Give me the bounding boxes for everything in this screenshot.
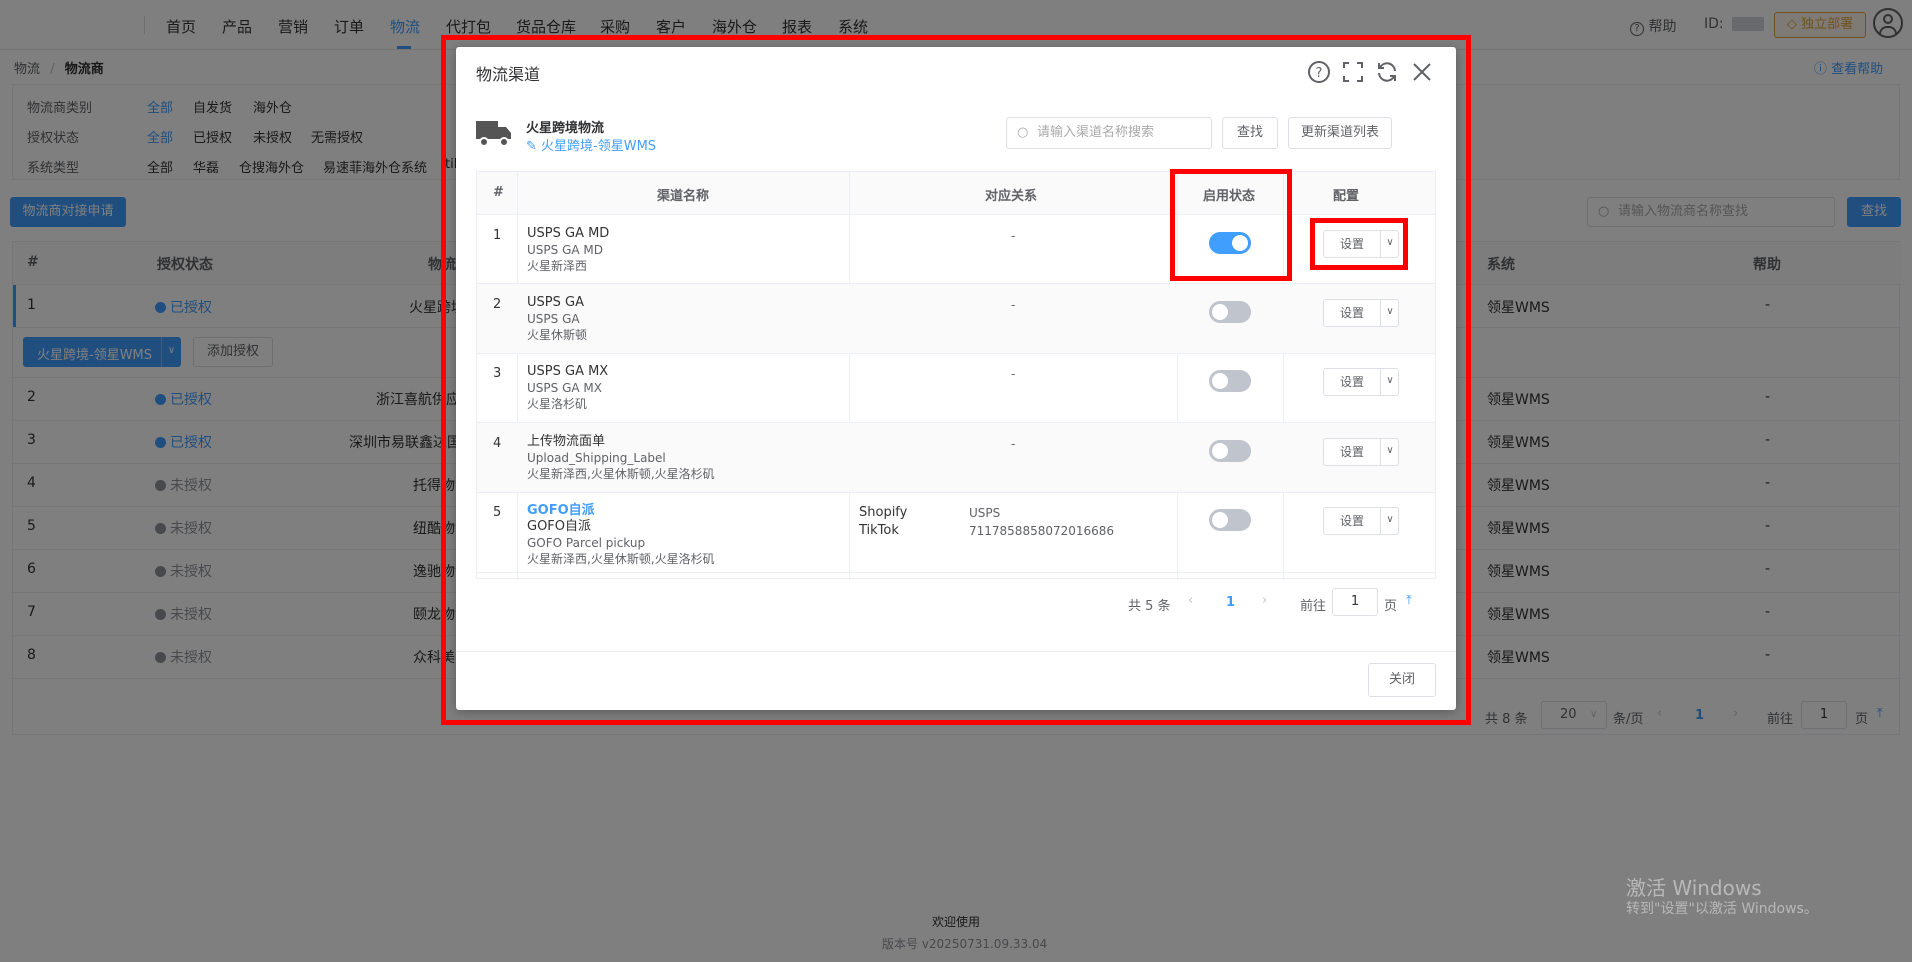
highlight-box-settings — [1310, 218, 1408, 270]
watermark-title: 激活 Windows — [1626, 876, 1762, 900]
watermark-sub: 转到"设置"以激活 Windows。 — [1626, 901, 1818, 917]
highlight-box-toggle — [1170, 169, 1292, 281]
highlight-box-dialog — [441, 35, 1471, 725]
